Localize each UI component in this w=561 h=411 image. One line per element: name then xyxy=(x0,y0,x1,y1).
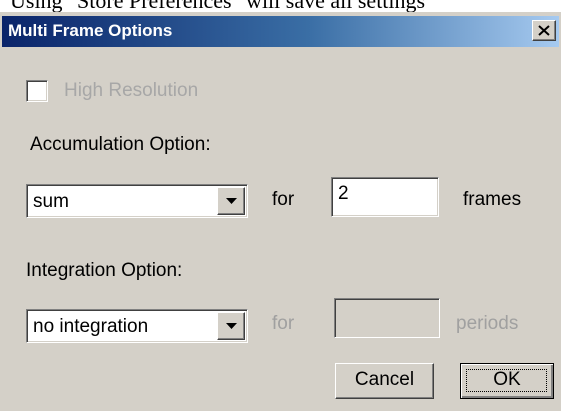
integration-selected-value: no integration xyxy=(33,316,149,337)
integration-dropdown-button[interactable] xyxy=(217,312,245,340)
integration-for-label: for xyxy=(272,313,295,334)
frames-unit-label: frames xyxy=(463,189,522,210)
ok-button[interactable]: OK xyxy=(460,363,554,399)
integration-option-heading: Integration Option: xyxy=(26,260,183,281)
cancel-button-label: Cancel xyxy=(354,369,415,390)
high-resolution-checkbox[interactable] xyxy=(26,80,48,102)
accumulation-dropdown-button[interactable] xyxy=(217,187,245,215)
dialog-title: Multi Frame Options xyxy=(8,21,173,40)
accumulation-for-label: for xyxy=(272,189,295,210)
cancel-button[interactable]: Cancel xyxy=(335,363,434,399)
title-bar[interactable]: Multi Frame Options xyxy=(2,16,559,47)
accumulation-selected-value: sum xyxy=(33,191,69,212)
accumulation-frames-input[interactable]: 2 xyxy=(331,177,439,217)
ok-button-label: OK xyxy=(493,369,521,390)
integration-periods-input[interactable] xyxy=(334,298,440,338)
accumulation-select[interactable]: sum xyxy=(26,184,248,218)
periods-unit-label: periods xyxy=(456,313,519,334)
integration-select[interactable]: no integration xyxy=(26,309,248,343)
close-button[interactable] xyxy=(532,20,556,41)
accumulation-option-heading: Accumulation Option: xyxy=(30,134,211,155)
multi-frame-options-dialog: Multi Frame Options High Resolution Accu… xyxy=(0,12,561,411)
high-resolution-label: High Resolution xyxy=(64,80,199,101)
